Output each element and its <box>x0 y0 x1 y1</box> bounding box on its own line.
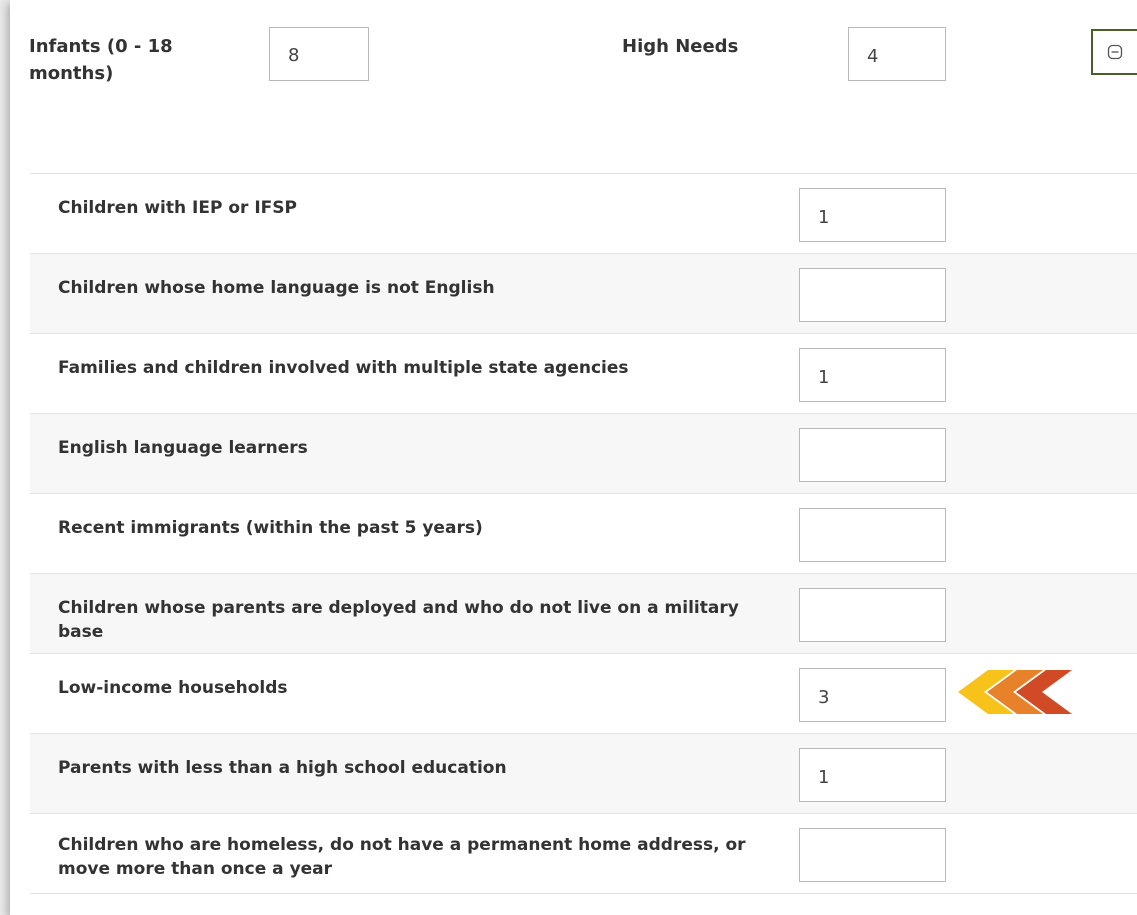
row-label: Children whose parents are deployed and … <box>58 598 739 642</box>
high-needs-card: Infants (0 - 18 months) 8 High Needs 4 C… <box>10 0 1137 915</box>
age-group-header: Infants (0 - 18 months) 8 High Needs 4 <box>10 0 1137 173</box>
high-needs-breakdown-table: Children with IEP or IFSP 1 Children who… <box>30 173 1137 894</box>
table-row: English language learners <box>30 414 1137 494</box>
row-label: English language learners <box>58 438 308 458</box>
high-needs-label: High Needs <box>622 36 739 57</box>
row-label: Children who are homeless, do not have a… <box>58 835 746 879</box>
high-needs-count-input[interactable]: 4 <box>848 27 946 81</box>
row-label: Families and children involved with mult… <box>58 358 629 378</box>
table-row: Children whose home language is not Engl… <box>30 254 1137 334</box>
table-row: Families and children involved with mult… <box>30 334 1137 414</box>
row-label: Recent immigrants (within the past 5 yea… <box>58 518 483 538</box>
row-label: Parents with less than a high school edu… <box>58 758 507 778</box>
triple-chevron-left-icon <box>958 670 1072 714</box>
row-label: Children whose home language is not Engl… <box>58 278 495 298</box>
row-count-input[interactable] <box>799 508 946 562</box>
table-row: Parents with less than a high school edu… <box>30 734 1137 814</box>
row-count-input[interactable] <box>799 588 946 642</box>
collapse-button[interactable] <box>1091 29 1137 75</box>
row-count-input[interactable] <box>799 828 946 882</box>
table-row: Children whose parents are deployed and … <box>30 574 1137 654</box>
row-count-input[interactable] <box>799 268 946 322</box>
row-count-input[interactable]: 1 <box>799 348 946 402</box>
row-label: Children with IEP or IFSP <box>58 198 297 218</box>
table-row: Low-income households 3 <box>30 654 1137 734</box>
row-count-input[interactable]: 3 <box>799 668 946 722</box>
infants-count-input[interactable]: 8 <box>269 27 369 81</box>
table-row: Children with IEP or IFSP 1 <box>30 174 1137 254</box>
minus-square-icon <box>1107 44 1123 60</box>
infants-label: Infants (0 - 18 months) <box>29 36 173 84</box>
table-row: Children who are homeless, do not have a… <box>30 814 1137 894</box>
table-row: Recent immigrants (within the past 5 yea… <box>30 494 1137 574</box>
row-label: Low-income households <box>58 678 288 698</box>
row-count-input[interactable]: 1 <box>799 188 946 242</box>
row-count-input[interactable]: 1 <box>799 748 946 802</box>
row-count-input[interactable] <box>799 428 946 482</box>
